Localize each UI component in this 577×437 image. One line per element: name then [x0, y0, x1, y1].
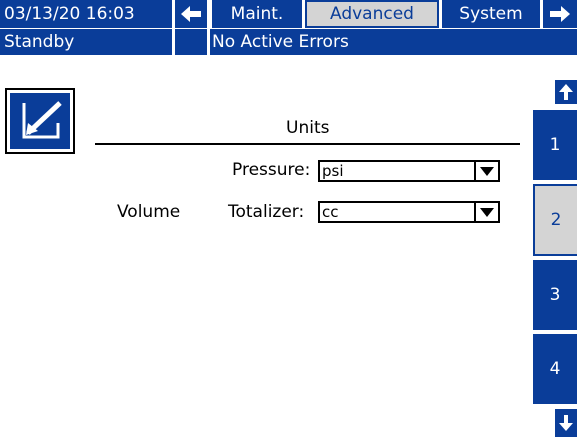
chevron-down-icon: [474, 203, 498, 221]
status-display: Standby: [0, 29, 172, 55]
totalizer-label: Totalizer:: [228, 202, 305, 222]
side-tab-1-label: 1: [549, 135, 561, 155]
pressure-label: Pressure:: [232, 160, 311, 180]
tab-maint[interactable]: Maint.: [212, 0, 302, 28]
next-screen-button[interactable]: [543, 0, 577, 28]
section-title: Units: [286, 118, 330, 138]
datetime-text: 03/13/20 16:03: [4, 4, 135, 24]
chevron-down-icon: [474, 162, 498, 180]
pressure-value: psi: [322, 162, 344, 180]
tab-system-label: System: [459, 4, 523, 24]
scroll-up-button[interactable]: [555, 80, 577, 104]
volume-label: Volume: [117, 202, 181, 222]
tab-advanced-label: Advanced: [330, 4, 414, 24]
pressure-select[interactable]: psi: [318, 160, 500, 182]
side-tab-3-label: 3: [549, 285, 561, 305]
side-tab-2-label: 2: [550, 210, 562, 230]
totalizer-value: cc: [322, 203, 339, 221]
tab-advanced[interactable]: Advanced: [305, 0, 439, 28]
side-tab-1[interactable]: 1: [533, 110, 577, 180]
arrow-up-icon: [559, 84, 573, 100]
side-tab-2[interactable]: 2: [533, 184, 577, 256]
datetime-display: 03/13/20 16:03: [0, 0, 172, 28]
prev-screen-button[interactable]: [175, 0, 207, 28]
section-divider: [95, 143, 520, 145]
scroll-down-button[interactable]: [555, 409, 577, 437]
arrow-left-icon: [181, 6, 201, 22]
error-text: No Active Errors: [212, 32, 349, 52]
status-text: Standby: [4, 32, 75, 52]
totalizer-select[interactable]: cc: [318, 201, 500, 223]
tab-maint-label: Maint.: [230, 4, 284, 24]
side-tab-3[interactable]: 3: [533, 260, 577, 330]
arrow-right-icon: [550, 6, 570, 22]
error-display: No Active Errors: [210, 29, 577, 55]
edit-icon: [22, 101, 62, 139]
edit-button[interactable]: [5, 88, 75, 154]
tab-system[interactable]: System: [442, 0, 540, 28]
side-tab-4[interactable]: 4: [533, 334, 577, 404]
status-indicator: [175, 29, 207, 55]
arrow-down-icon: [559, 415, 573, 431]
side-tab-4-label: 4: [549, 359, 561, 379]
